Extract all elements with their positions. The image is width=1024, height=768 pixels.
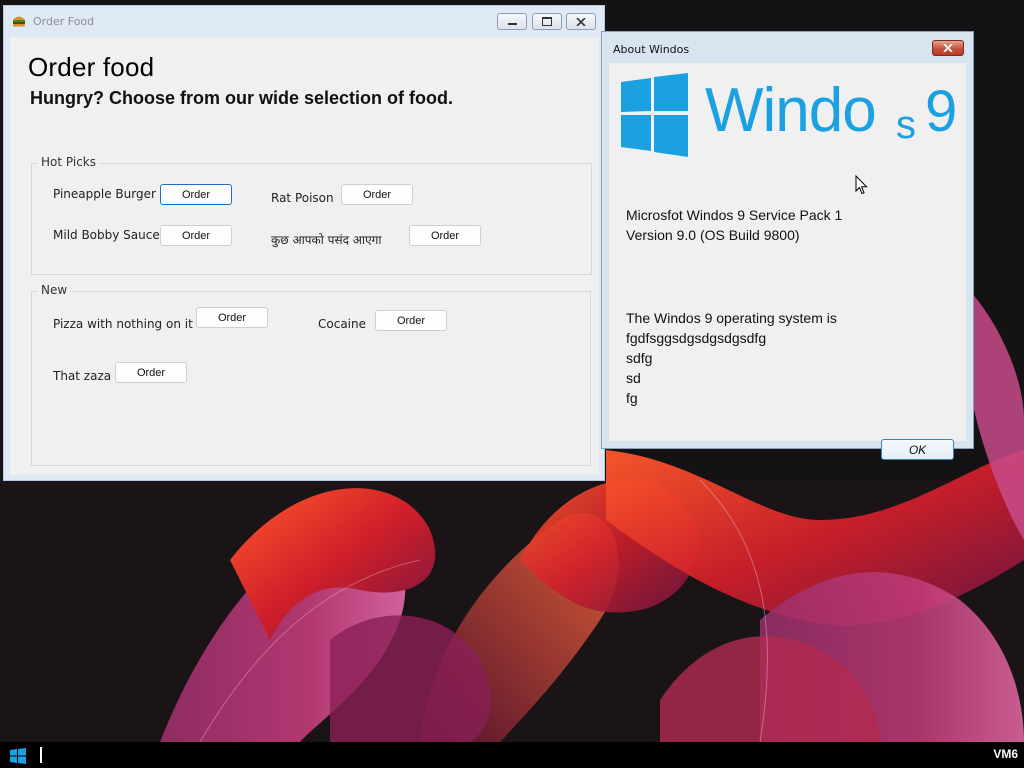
hot-picks-legend: Hot Picks [38, 155, 99, 169]
version-text: Version 9.0 (OS Build 9800) [626, 227, 800, 243]
description-line: sd [626, 370, 641, 386]
order-food-content: Order food Hungry? Choose from our wide … [10, 37, 599, 475]
about-title: About Windos [613, 43, 690, 56]
order-button-that-zaza[interactable]: Order [115, 362, 187, 383]
close-icon [943, 44, 953, 52]
minimize-button[interactable] [497, 13, 527, 30]
about-content: Windo s 9 Microsfot Windos 9 Service Pac… [609, 63, 966, 460]
taskbar-machine-label: VM6 [993, 747, 1018, 761]
item-label-cocaine: Cocaine [318, 317, 366, 331]
description-line: fgdfsggsdgsdgsdgsdfg [626, 330, 767, 346]
hot-picks-group: Hot Picks [31, 155, 592, 275]
product-name: Microsfot Windos 9 Service Pack 1 [626, 207, 843, 223]
taskbar-search-caret[interactable] [40, 747, 42, 763]
order-button-pizza[interactable]: Order [196, 307, 268, 328]
description-line: fg [626, 390, 638, 406]
item-label-mild-bobby-sauce: Mild Bobby Sauce [53, 228, 160, 242]
item-label-pineapple-burger: Pineapple Burger [53, 187, 156, 201]
windows-logo-icon [621, 73, 688, 157]
close-icon [576, 17, 586, 26]
order-button-pineapple-burger[interactable]: Order [160, 184, 232, 205]
order-food-titlebar[interactable]: Order Food [4, 6, 604, 36]
page-subtitle: Hungry? Choose from our wide selection o… [30, 88, 454, 108]
description-text: The Windos 9 operating system is [626, 310, 837, 326]
item-label-that-zaza: That zaza [53, 369, 112, 383]
item-label-pizza: Pizza with nothing on it [53, 317, 193, 331]
order-button-cocaine[interactable]: Order [375, 310, 447, 331]
close-button[interactable] [566, 13, 596, 30]
minimize-icon [507, 23, 517, 25]
burger-icon [13, 16, 25, 27]
order-button-hindi[interactable]: Order [409, 225, 481, 246]
ok-button[interactable]: OK [881, 439, 954, 460]
close-button[interactable] [932, 40, 964, 56]
taskbar [0, 742, 1024, 768]
new-legend: New [38, 283, 71, 297]
restore-icon [542, 17, 552, 26]
maximize-button[interactable] [532, 13, 562, 30]
item-label-rat-poison: Rat Poison [271, 191, 334, 205]
about-windos-dialog: About Windos Windo s 9 Microsfot Windos … [601, 31, 974, 460]
windows-start-icon[interactable] [10, 748, 26, 764]
order-button-rat-poison[interactable]: Order [341, 184, 413, 205]
item-label-hindi: कुछ आपको पसंद आएगा [271, 233, 382, 247]
logo-number-9: 9 [925, 79, 958, 144]
page-title: Order food [28, 52, 155, 82]
logo-text-s: s [896, 103, 916, 147]
mouse-cursor-icon [855, 175, 868, 195]
order-food-window: Order Food Order food Hungry? Choose fro… [3, 5, 605, 481]
description-line: sdfg [626, 350, 653, 366]
order-button-mild-bobby-sauce[interactable]: Order [160, 225, 232, 246]
logo-text-windo: Windo [705, 76, 877, 145]
window-title: Order Food [33, 15, 95, 28]
